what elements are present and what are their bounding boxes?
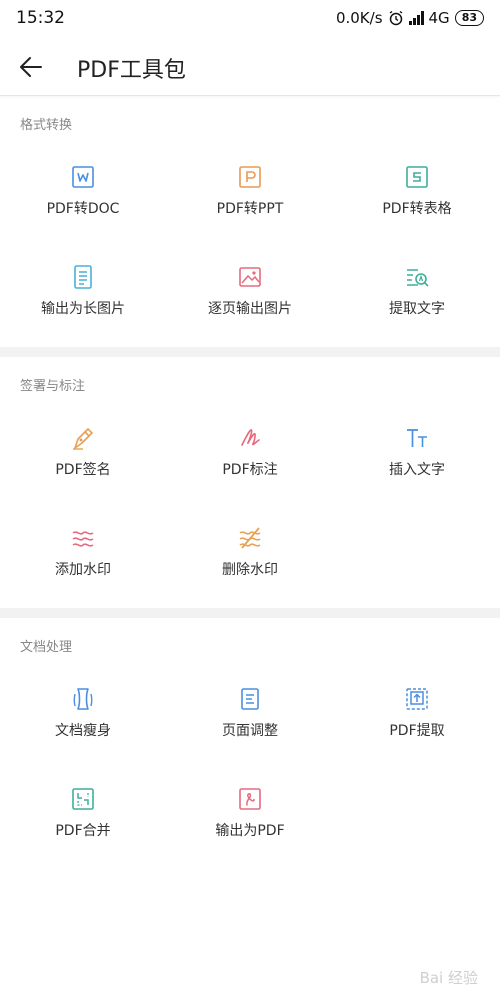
back-button[interactable] [14, 52, 48, 82]
doc-w-icon [70, 164, 96, 190]
slim-doc-icon [70, 686, 96, 712]
tool-label: PDF转PPT [216, 201, 284, 217]
sheet-s-icon [404, 164, 430, 190]
alarm-icon [389, 10, 402, 26]
tool-label: PDF转DOC [46, 201, 120, 217]
tool-label: 文档瘦身 [55, 723, 111, 739]
tool-label: 添加水印 [55, 562, 111, 578]
tool-page-adjust[interactable]: 页面调整 [167, 686, 333, 776]
section-title-process: 文档处理 [20, 640, 73, 655]
tool-label: PDF签名 [55, 462, 111, 478]
scribble-icon [237, 425, 263, 451]
tool-pdf-to-ppt[interactable]: PDF转PPT [167, 164, 333, 254]
extract-text-icon [404, 264, 430, 290]
tool-pdf-annotate[interactable]: PDF标注 [167, 425, 333, 515]
section-title-format: 格式转换 [20, 118, 73, 133]
tool-label: PDF标注 [222, 462, 278, 478]
tool-insert-text[interactable]: 插入文字 [334, 425, 500, 515]
tool-pdf-extract[interactable]: PDF提取 [334, 686, 500, 776]
pdf-extract-icon [404, 686, 430, 712]
tool-label: PDF提取 [389, 723, 445, 739]
page-title: PDF工具包 [77, 58, 186, 83]
tool-pdf-merge[interactable]: PDF合并 [0, 786, 166, 876]
image-icon [237, 264, 263, 290]
section-title-sign: 签署与标注 [20, 379, 86, 394]
network-speed: 0.0K/s [335, 9, 383, 27]
ppt-p-icon [237, 164, 263, 190]
tool-long-image[interactable]: 输出为长图片 [0, 264, 166, 354]
long-image-icon [70, 264, 96, 290]
text-t-icon [404, 425, 430, 451]
status-bar: 15:32 0.0K/s 4G 83 [0, 0, 500, 36]
page-adjust-icon [237, 686, 263, 712]
tool-page-images[interactable]: 逐页输出图片 [167, 264, 333, 354]
section-divider [0, 347, 500, 357]
export-pdf-icon [237, 786, 263, 812]
network-type: 4G [428, 9, 450, 27]
remove-watermark-icon [237, 525, 263, 551]
tool-label: 逐页输出图片 [208, 301, 292, 317]
tool-label: PDF合并 [55, 823, 111, 839]
tool-label: 输出为PDF [215, 823, 285, 839]
tool-label: 删除水印 [222, 562, 278, 578]
tool-label: 插入文字 [389, 462, 445, 478]
tool-extract-text[interactable]: 提取文字 [334, 264, 500, 354]
tool-slim-doc[interactable]: 文档瘦身 [0, 686, 166, 776]
arrow-left-icon [20, 57, 42, 77]
pen-nib-icon [70, 425, 96, 451]
tool-add-watermark[interactable]: 添加水印 [0, 525, 166, 615]
merge-icon [70, 786, 96, 812]
tool-label: 页面调整 [222, 723, 278, 739]
watermark-text: Bai 经验 [419, 969, 478, 987]
watermark-icon [70, 525, 96, 551]
status-time: 15:32 [16, 8, 65, 28]
tool-label: 提取文字 [389, 301, 445, 317]
status-right: 0.0K/s 4G 83 [336, 9, 484, 27]
signal-icon [408, 11, 424, 25]
battery-icon: 83 [454, 10, 484, 26]
tool-label: PDF转表格 [382, 201, 452, 217]
tool-pdf-to-doc[interactable]: PDF转DOC [0, 164, 166, 254]
tool-label: 输出为长图片 [41, 301, 125, 317]
app-bar: PDF工具包 [0, 36, 500, 96]
tool-pdf-to-sheet[interactable]: PDF转表格 [334, 164, 500, 254]
tool-export-pdf[interactable]: 输出为PDF [167, 786, 333, 876]
section-divider [0, 608, 500, 618]
tool-remove-watermark[interactable]: 删除水印 [167, 525, 333, 615]
tool-pdf-sign[interactable]: PDF签名 [0, 425, 166, 515]
